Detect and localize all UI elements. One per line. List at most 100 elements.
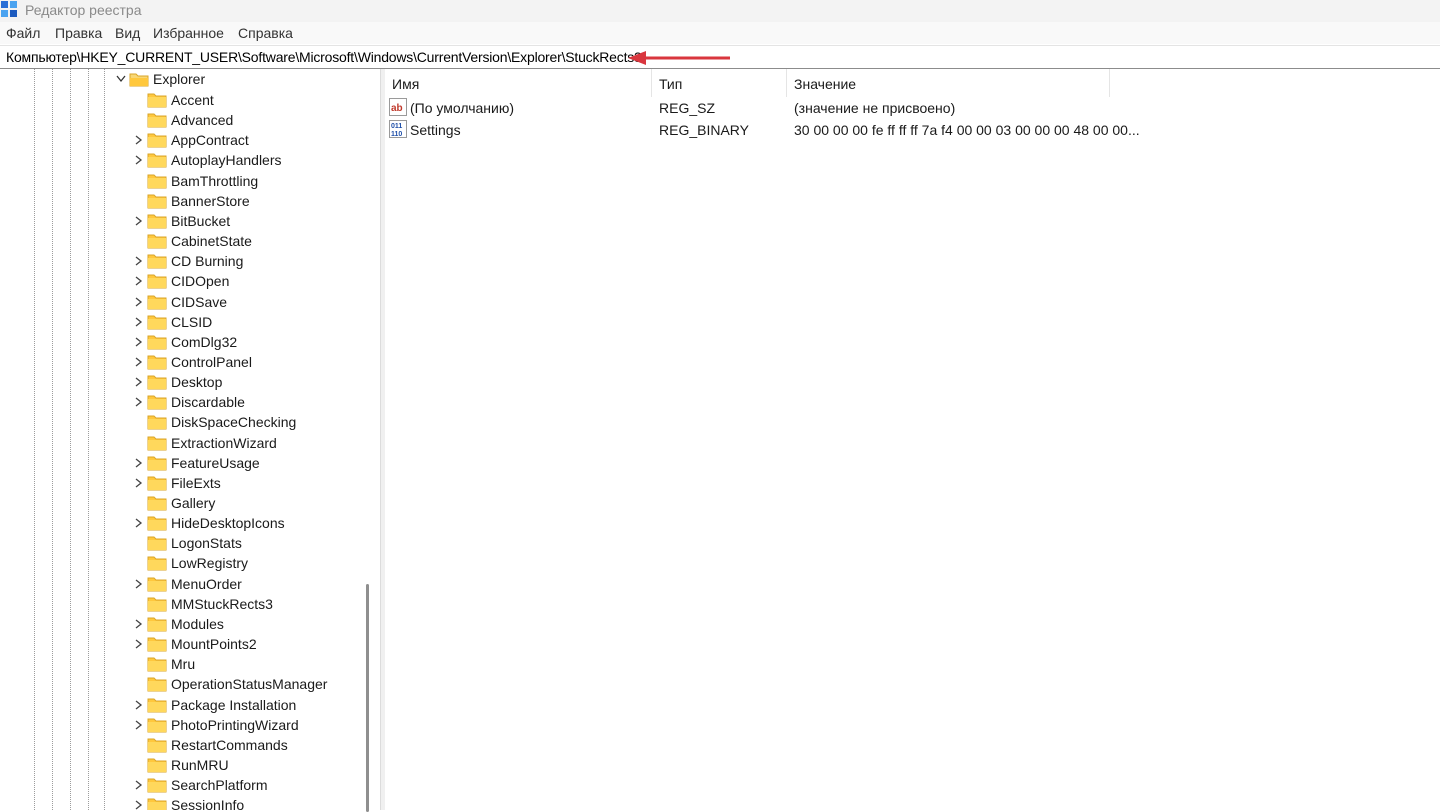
window-title: Редактор реестра <box>25 2 142 18</box>
tree-item[interactable]: RestartCommands <box>0 735 358 755</box>
tree-item[interactable]: PhotoPrintingWizard <box>0 715 358 735</box>
tree-item[interactable]: SessionInfo <box>0 795 358 810</box>
tree-scrollbar[interactable] <box>358 69 380 812</box>
chevron-right-icon[interactable] <box>133 719 143 731</box>
chevron-right-icon[interactable] <box>133 316 143 328</box>
tree-item[interactable]: BannerStore <box>0 191 358 211</box>
chevron-right-icon[interactable] <box>133 356 143 368</box>
menu-view[interactable]: Вид <box>115 25 140 41</box>
folder-icon <box>147 153 167 168</box>
tree-item-label: Advanced <box>171 112 234 129</box>
tree-item[interactable]: CD Burning <box>0 251 358 271</box>
tree-item[interactable]: Desktop <box>0 372 358 392</box>
tree-item[interactable]: CIDOpen <box>0 271 358 291</box>
tree-item-label: OperationStatusManager <box>171 676 328 693</box>
tree-item[interactable]: CLSID <box>0 312 358 332</box>
tree-item[interactable]: CIDSave <box>0 292 358 312</box>
chevron-right-icon[interactable] <box>133 578 143 590</box>
tree-item[interactable]: BitBucket <box>0 211 358 231</box>
tree-item[interactable]: ControlPanel <box>0 352 358 372</box>
folder-icon <box>147 677 167 692</box>
chevron-right-icon[interactable] <box>133 699 143 711</box>
tree-item[interactable]: BamThrottling <box>0 171 358 191</box>
value-row[interactable]: 011 110 Settings REG_BINARY 30 00 00 00 … <box>385 119 1440 141</box>
column-header-type[interactable]: Тип <box>652 69 786 97</box>
column-divider[interactable] <box>1109 69 1110 97</box>
tree-item-label: CLSID <box>171 313 213 330</box>
column-header-value-label: Значение <box>794 76 857 92</box>
tree-item[interactable]: ExtractionWizard <box>0 433 358 453</box>
value-name: Settings <box>410 122 461 138</box>
tree-item-label: DiskSpaceChecking <box>171 414 297 431</box>
tree-item[interactable]: MenuOrder <box>0 574 358 594</box>
chevron-right-icon[interactable] <box>133 296 143 308</box>
menu-file[interactable]: Файл <box>6 25 40 41</box>
folder-icon <box>147 758 167 773</box>
folder-icon <box>147 798 167 810</box>
tree-item[interactable]: MountPoints2 <box>0 634 358 654</box>
value-row[interactable]: ab (По умолчанию) REG_SZ (значение не пр… <box>385 97 1440 119</box>
tree-item-label: SessionInfo <box>171 797 245 810</box>
chevron-right-icon[interactable] <box>133 457 143 469</box>
tree-item-label: RestartCommands <box>171 736 288 753</box>
menu-edit[interactable]: Правка <box>55 25 102 41</box>
tree-item[interactable]: DiskSpaceChecking <box>0 412 358 432</box>
tree-item[interactable]: OperationStatusManager <box>0 674 358 694</box>
folder-icon <box>147 496 167 511</box>
tree-item[interactable]: LogonStats <box>0 533 358 553</box>
tree-item[interactable]: Accent <box>0 90 358 110</box>
tree-scroll-thumb[interactable] <box>366 584 369 812</box>
chevron-right-icon[interactable] <box>133 134 143 146</box>
address-path[interactable]: Компьютер\HKEY_CURRENT_USER\Software\Mic… <box>6 49 642 65</box>
folder-icon <box>147 174 167 189</box>
chevron-right-icon[interactable] <box>133 376 143 388</box>
tree-item[interactable]: Mru <box>0 654 358 674</box>
chevron-right-icon[interactable] <box>133 275 143 287</box>
tree-item[interactable]: Package Installation <box>0 695 358 715</box>
chevron-right-icon[interactable] <box>133 215 143 227</box>
column-header-value[interactable]: Значение <box>787 69 1109 97</box>
tree-item[interactable]: ComDlg32 <box>0 332 358 352</box>
folder-icon <box>147 637 167 652</box>
chevron-right-icon[interactable] <box>133 336 143 348</box>
tree-item-label: MMStuckRects3 <box>171 595 273 612</box>
tree-item[interactable]: FeatureUsage <box>0 453 358 473</box>
tree-item[interactable]: Advanced <box>0 110 358 130</box>
binary-value-icon: 011 110 <box>389 120 407 138</box>
tree-item[interactable]: FileExts <box>0 473 358 493</box>
tree-item-label: PhotoPrintingWizard <box>171 716 299 733</box>
tree-item[interactable]: HideDesktopIcons <box>0 513 358 533</box>
tree-item[interactable]: AutoplayHandlers <box>0 150 358 170</box>
tree-item[interactable]: LowRegistry <box>0 553 358 573</box>
value-data: 30 00 00 00 fe ff ff ff 7a f4 00 00 03 0… <box>794 122 1140 138</box>
folder-icon <box>147 778 167 793</box>
menu-help[interactable]: Справка <box>238 25 293 41</box>
registry-tree[interactable]: Explorer Accent Advanced AppContract Autopl… <box>0 69 358 810</box>
tree-item[interactable]: Gallery <box>0 493 358 513</box>
chevron-right-icon[interactable] <box>133 517 143 529</box>
chevron-right-icon[interactable] <box>133 799 143 810</box>
tree-item[interactable]: AppContract <box>0 130 358 150</box>
tree-item-explorer[interactable]: Explorer <box>0 69 358 89</box>
chevron-right-icon[interactable] <box>133 618 143 630</box>
tree-item[interactable]: MMStuckRects3 <box>0 594 358 614</box>
tree-item[interactable]: Discardable <box>0 392 358 412</box>
chevron-down-icon[interactable] <box>116 73 126 85</box>
menu-favorites[interactable]: Избранное <box>153 25 224 41</box>
chevron-right-icon[interactable] <box>133 396 143 408</box>
chevron-right-icon[interactable] <box>133 638 143 650</box>
column-header-name[interactable]: Имя <box>385 69 651 97</box>
tree-item[interactable]: RunMRU <box>0 755 358 775</box>
values-list[interactable]: Имя Тип Значение ab (По умолчанию) REG_S… <box>385 69 1440 810</box>
tree-item-label: CD Burning <box>171 253 244 270</box>
chevron-right-icon[interactable] <box>133 477 143 489</box>
folder-icon <box>147 335 167 350</box>
tree-item[interactable]: Modules <box>0 614 358 634</box>
chevron-right-icon[interactable] <box>133 779 143 791</box>
chevron-right-icon[interactable] <box>133 255 143 267</box>
tree-item-label: MountPoints2 <box>171 636 257 653</box>
tree-item[interactable]: CabinetState <box>0 231 358 251</box>
tree-item[interactable]: SearchPlatform <box>0 775 358 795</box>
folder-icon <box>147 436 167 451</box>
chevron-right-icon[interactable] <box>133 154 143 166</box>
